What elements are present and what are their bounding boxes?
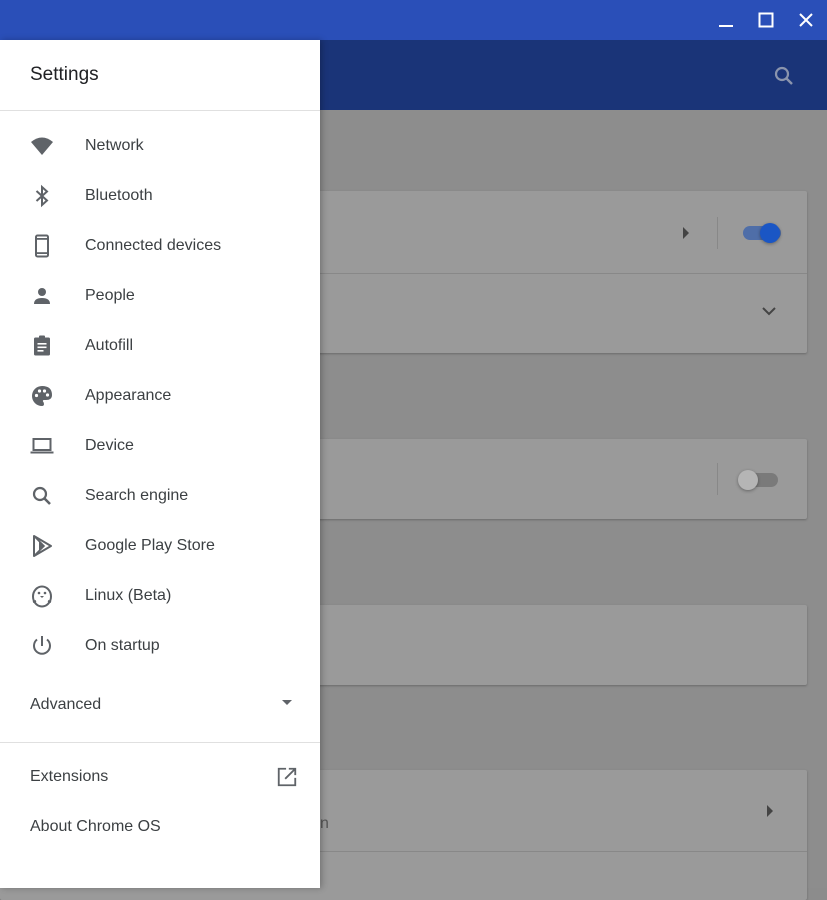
nav-item-label: People	[85, 287, 135, 304]
maximize-button[interactable]	[746, 0, 786, 40]
laptop-icon	[30, 434, 54, 458]
bluetooth-toggle-knob	[738, 470, 758, 490]
separator	[717, 463, 718, 495]
extensions-link[interactable]: Extensions	[0, 752, 320, 802]
nav-item-label: Search engine	[85, 487, 189, 504]
nav-item-autofill[interactable]: Autofill	[0, 321, 320, 371]
nav-item-linux-beta[interactable]: Linux (Beta)	[0, 571, 320, 621]
nav-item-label: Network	[85, 137, 144, 154]
caret-right-icon[interactable]	[681, 226, 691, 240]
nav-item-label: Autofill	[85, 337, 134, 354]
nav-item-label: Bluetooth	[85, 187, 153, 204]
about-chrome-os-link[interactable]: About Chrome OS	[0, 802, 320, 852]
drawer-header: Settings	[0, 40, 320, 111]
nav-item-network[interactable]: Network	[0, 121, 320, 171]
minimize-button[interactable]	[706, 0, 746, 40]
nav-item-label: Connected devices	[85, 237, 222, 254]
phone-icon	[30, 234, 54, 258]
close-icon	[799, 13, 813, 27]
nav-item-label: Device	[85, 437, 134, 454]
nav-item-on-startup[interactable]: On startup	[0, 621, 320, 671]
maximize-icon	[758, 12, 774, 28]
nav-item-label: Linux (Beta)	[85, 587, 172, 604]
power-icon	[30, 634, 54, 658]
wifi-toggle-knob	[760, 223, 780, 243]
nav-item-device[interactable]: Device	[0, 421, 320, 471]
caret-right-icon[interactable]	[765, 804, 775, 818]
drawer-title: Settings	[30, 64, 99, 85]
nav-item-connected-devices[interactable]: Connected devices	[0, 221, 320, 271]
play-store-icon	[30, 534, 54, 558]
open-in-new-icon	[277, 767, 297, 787]
search-icon	[30, 484, 54, 508]
partial-card-text: n	[320, 815, 329, 832]
about-label: About Chrome OS	[30, 818, 161, 835]
advanced-label: Advanced	[30, 696, 102, 713]
nav-item-google-play-store[interactable]: Google Play Store	[0, 521, 320, 571]
penguin-icon	[30, 584, 54, 608]
title-bar	[0, 0, 827, 40]
nav-item-people[interactable]: People	[0, 271, 320, 321]
nav-item-label: Google Play Store	[85, 537, 215, 554]
nav-item-search-engine[interactable]: Search engine	[0, 471, 320, 521]
person-icon	[30, 284, 54, 308]
advanced-toggle[interactable]: Advanced	[0, 681, 320, 731]
toolbar-search-button[interactable]	[770, 62, 798, 90]
wifi-icon	[30, 134, 54, 158]
nav-item-label: Appearance	[85, 387, 172, 404]
navigation-drawer: Settings Network Bluetooth Connected dev…	[0, 40, 320, 888]
palette-icon	[30, 384, 54, 408]
search-icon	[774, 66, 793, 85]
minimize-icon	[719, 25, 733, 27]
arrow-drop-down-icon	[282, 700, 292, 705]
separator	[717, 217, 718, 249]
bluetooth-icon	[30, 184, 54, 208]
close-button[interactable]	[786, 0, 826, 40]
nav-item-appearance[interactable]: Appearance	[0, 371, 320, 421]
clipboard-icon	[30, 334, 54, 358]
nav-item-label: On startup	[85, 637, 160, 654]
drawer-divider	[0, 742, 320, 743]
nav-item-bluetooth[interactable]: Bluetooth	[0, 171, 320, 221]
chevron-down-icon	[762, 307, 776, 316]
extensions-label: Extensions	[30, 768, 109, 785]
